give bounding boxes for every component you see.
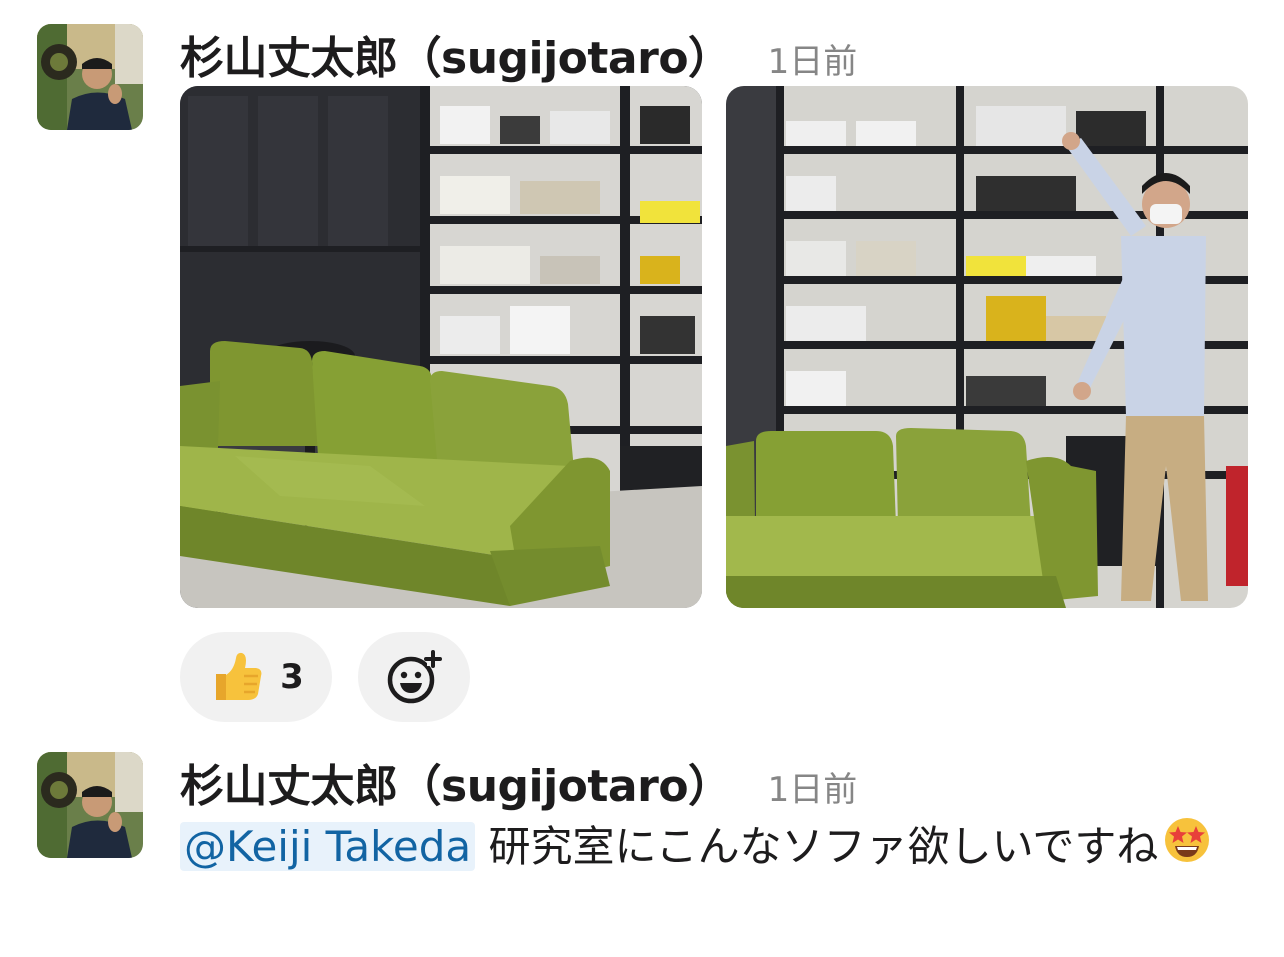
timestamp[interactable]: 1日前	[768, 34, 858, 83]
user-mention[interactable]: @Keiji Takeda	[180, 822, 476, 871]
add-reaction-button[interactable]	[358, 632, 470, 722]
message-2: 杉山丈太郎（sugijotaro） 1日前 @Keiji Takeda 研究室に…	[0, 720, 1284, 957]
star-struck-emoji-icon	[1162, 815, 1212, 884]
reaction-count: 3	[280, 657, 304, 697]
thumbs-up-icon	[216, 652, 262, 700]
reactions-bar: 3	[180, 632, 470, 722]
message-header: 杉山丈太郎（sugijotaro） 1日前	[180, 750, 857, 814]
avatar[interactable]	[37, 24, 143, 130]
attachment-image-2[interactable]	[726, 86, 1248, 608]
message-1: 杉山丈太郎（sugijotaro） 1日前 3	[0, 0, 1284, 722]
author-name[interactable]: 杉山丈太郎（sugijotaro）	[180, 750, 732, 814]
message-header: 杉山丈太郎（sugijotaro） 1日前	[180, 22, 857, 86]
message-text: @Keiji Takeda 研究室にこんなソファ欲しいですね	[180, 814, 1240, 884]
attachment-image-1[interactable]	[180, 86, 702, 608]
image-attachments	[180, 86, 1248, 608]
add-reaction-icon	[387, 650, 442, 704]
avatar-image	[37, 24, 143, 130]
reaction-thumbs-up[interactable]: 3	[180, 632, 332, 722]
avatar[interactable]	[37, 752, 143, 858]
message-body: 研究室にこんなソファ欲しいですね	[475, 822, 1159, 871]
timestamp[interactable]: 1日前	[768, 762, 858, 811]
avatar-image	[37, 752, 143, 858]
author-name[interactable]: 杉山丈太郎（sugijotaro）	[180, 22, 732, 86]
